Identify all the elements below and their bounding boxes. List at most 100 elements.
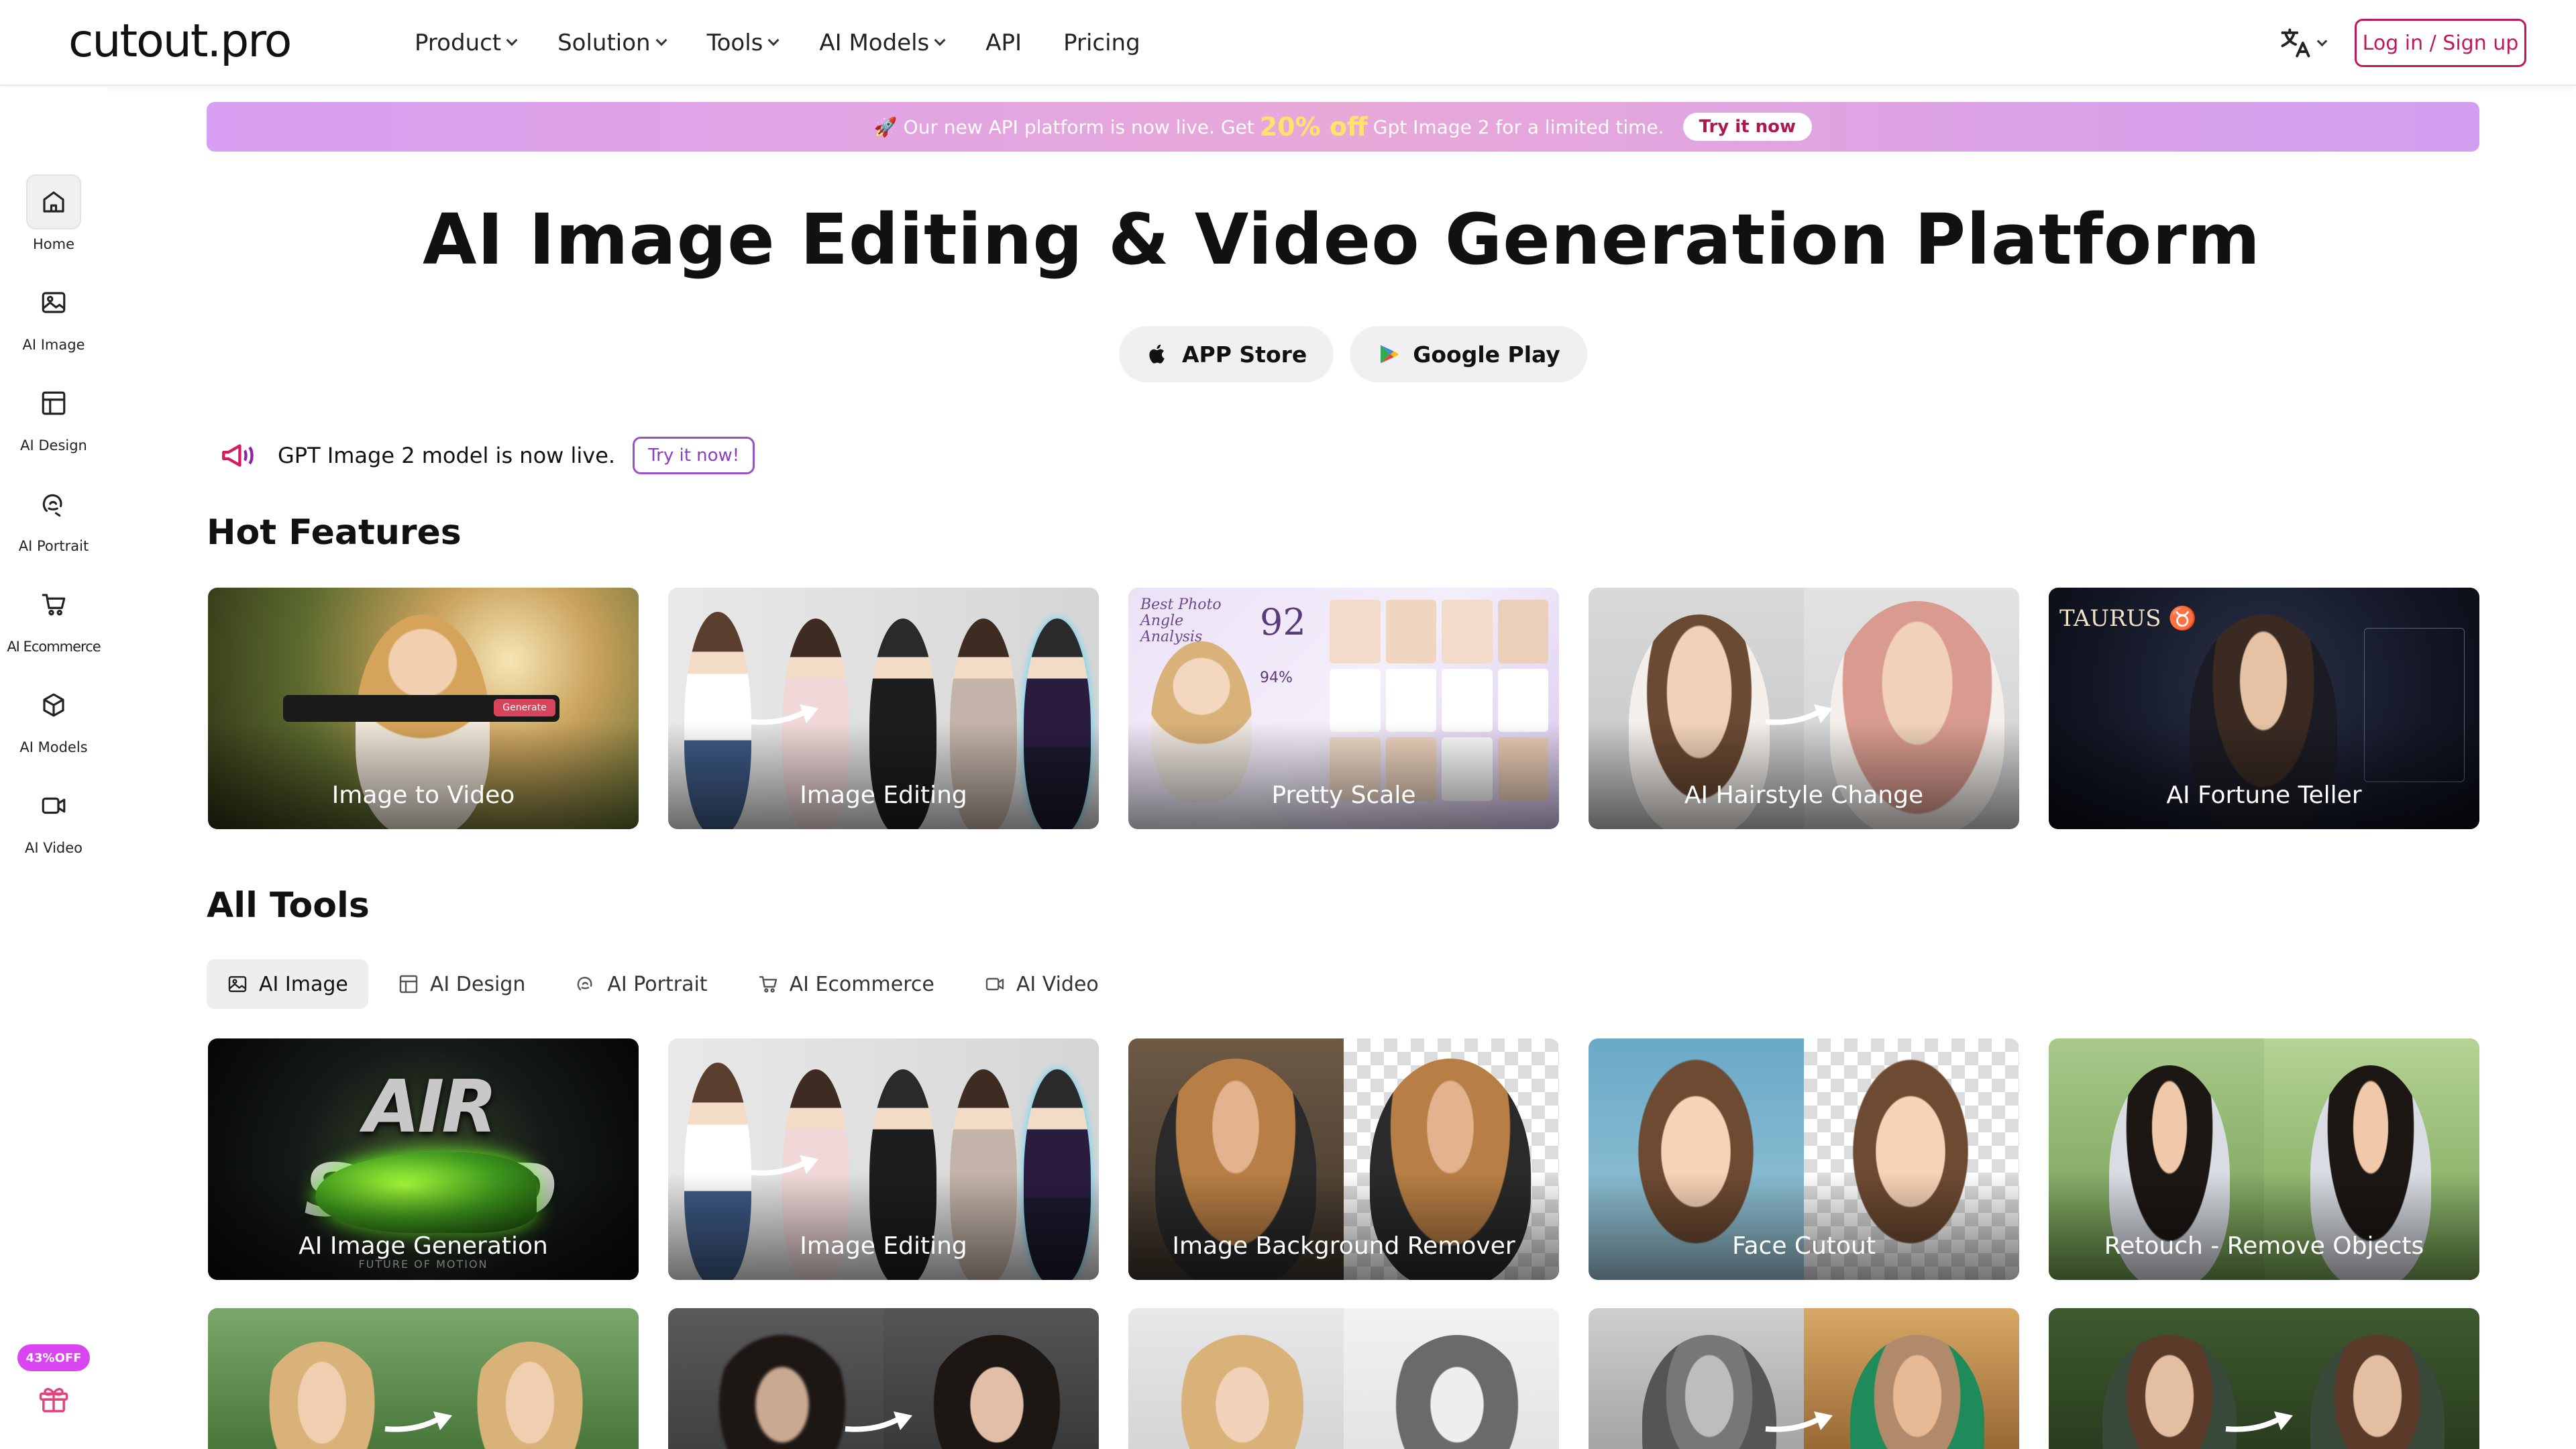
banner-text-before: 🚀 Our new API platform is now live. Get (873, 115, 1254, 138)
sidebar-item-ai-portrait[interactable]: AI Portrait (0, 476, 107, 554)
tool-category-tabs: AI Image AI Design AI Portrait AI Ecomme… (207, 959, 1128, 1009)
feature-card-ai-fortune-teller[interactable]: TAURUS ♉ AI Fortune Teller (2049, 588, 2479, 829)
card-shade (668, 722, 1099, 829)
tool-card-background-remover[interactable]: Image Background Remover (1128, 1038, 1559, 1280)
cart-icon (759, 976, 777, 993)
announcement-text: GPT Image 2 model is now live. (278, 443, 616, 468)
nav-tools[interactable]: Tools (706, 30, 780, 56)
tab-ai-ecommerce[interactable]: AI Ecommerce (737, 959, 955, 1009)
announcement-bar: GPT Image 2 model is now live. Try it no… (219, 436, 755, 475)
tool-card-row3-1[interactable] (208, 1308, 639, 1449)
cutout-logo[interactable]: cutout.pro (68, 13, 292, 70)
card-label: Retouch - Remove Objects (2104, 1232, 2424, 1260)
tab-ai-video[interactable]: AI Video (964, 959, 1119, 1009)
sidebar-item-ai-design[interactable]: AI Design (0, 376, 107, 453)
air-speed-subtitle: FUTURE OF MOTION (358, 1258, 488, 1271)
sidebar-item-label: AI Models (19, 739, 88, 755)
sidebar-item-ai-image[interactable]: AI Image (0, 275, 107, 353)
cube-icon (26, 678, 81, 733)
google-play-label: Google Play (1413, 341, 1560, 368)
card-shade (1128, 722, 1559, 829)
card-shade (2049, 1173, 2479, 1280)
sidebar-item-label: AI Portrait (18, 538, 89, 554)
nav-api[interactable]: API (985, 30, 1022, 56)
video-icon (26, 778, 81, 833)
card-label: Image Editing (800, 1232, 967, 1260)
pretty-scale-heading: Best Photo Angle Analysis (1140, 596, 1222, 645)
sidebar-item-label: AI Ecommerce (7, 639, 101, 655)
tool-card-row3-2[interactable] (668, 1308, 1099, 1449)
feature-card-ai-hairstyle[interactable]: AI Hairstyle Change (1589, 588, 2019, 829)
card-label: AI Fortune Teller (2166, 782, 2362, 809)
banner-try-button[interactable]: Try it now (1682, 113, 1813, 141)
card-shade (2049, 722, 2479, 829)
nav-tools-label: Tools (706, 30, 763, 56)
translate-icon (2281, 28, 2310, 58)
app-store-button[interactable]: APP Store (1119, 326, 1334, 382)
tool-card-ai-image-generation[interactable]: AIR SPEED AI Image Generation FUTURE OF … (208, 1038, 639, 1280)
banner-text-after: Gpt Image 2 for a limited time. (1373, 115, 1664, 138)
card-label: Image Editing (800, 782, 967, 809)
card-shade (208, 722, 639, 829)
tab-ai-image[interactable]: AI Image (207, 959, 368, 1009)
promo-banner: 🚀 Our new API platform is now live. Get … (207, 102, 2479, 152)
pretty-percent: 94% (1260, 669, 1293, 686)
tool-card-row3-5[interactable] (2049, 1308, 2479, 1449)
tab-label: AI Video (1016, 972, 1099, 996)
card-label: Image to Video (331, 782, 515, 809)
arrow-icon (384, 1411, 452, 1432)
tool-card-image-editing[interactable]: Image Editing (668, 1038, 1099, 1280)
discount-badge[interactable]: 43%OFF (17, 1344, 90, 1371)
card-label: Pretty Scale (1271, 782, 1416, 809)
chevron-down-icon (934, 34, 946, 46)
tab-ai-portrait[interactable]: AI Portrait (555, 959, 727, 1009)
announcement-try-button[interactable]: Try it now! (633, 437, 755, 474)
layout-icon (26, 376, 81, 431)
top-navbar: cutout.pro Product Solution Tools AI Mod… (0, 0, 2576, 86)
generate-chip: Generate (494, 699, 555, 716)
sidebar-item-ai-models[interactable]: AI Models (0, 678, 107, 755)
feature-card-image-to-video[interactable]: Generate Image to Video (208, 588, 639, 829)
tab-ai-design[interactable]: AI Design (378, 959, 546, 1009)
pretty-score: 92 (1260, 601, 1306, 643)
sidebar-item-label: AI Image (22, 337, 85, 353)
app-store-buttons: APP Store Google Play (1119, 326, 1603, 382)
tab-label: AI Design (429, 972, 526, 996)
cart-icon (26, 577, 81, 632)
tool-card-row3-4[interactable] (1589, 1308, 2019, 1449)
gift-icon[interactable] (36, 1381, 71, 1415)
sidebar-item-ai-video[interactable]: AI Video (0, 778, 107, 856)
google-play-icon (1381, 345, 1399, 364)
tab-label: AI Ecommerce (789, 972, 934, 996)
banner-highlight: 20% off (1259, 112, 1368, 142)
tool-card-row3-3[interactable] (1128, 1308, 1559, 1449)
video-icon (985, 977, 1004, 991)
nav-api-label: API (985, 30, 1022, 56)
tab-label: AI Portrait (607, 972, 708, 996)
language-selector[interactable] (2278, 25, 2328, 60)
nav-product[interactable]: Product (415, 30, 518, 56)
nav-ai-models[interactable]: AI Models (819, 30, 946, 56)
google-play-button[interactable]: Google Play (1350, 326, 1587, 382)
login-signup-button[interactable]: Log in / Sign up (2355, 19, 2526, 67)
portrait-icon (26, 476, 81, 531)
card-label: AI Hairstyle Change (1684, 782, 1924, 809)
layout-icon (399, 975, 418, 994)
tab-label: AI Image (259, 972, 348, 996)
apple-icon (1149, 344, 1165, 364)
card-shade (1589, 722, 2019, 829)
tool-card-face-cutout[interactable]: Face Cutout (1589, 1038, 2019, 1280)
card-label: Image Background Remover (1172, 1232, 1515, 1260)
sidebar-item-ai-ecommerce[interactable]: AI Ecommerce (0, 577, 107, 655)
nav-pricing-label: Pricing (1063, 30, 1140, 56)
nav-solution[interactable]: Solution (557, 30, 667, 56)
feature-card-image-editing[interactable]: Image Editing (668, 588, 1099, 829)
arrow-icon (2225, 1411, 2293, 1432)
sidebar-item-label: AI Design (20, 437, 87, 453)
all-tools-title: All Tools (207, 885, 370, 926)
feature-card-pretty-scale[interactable]: Best Photo Angle Analysis 92 94% Pretty … (1128, 588, 1559, 829)
nav-pricing[interactable]: Pricing (1063, 30, 1140, 56)
nav-product-label: Product (415, 30, 502, 56)
tool-card-retouch-remove-objects[interactable]: Retouch - Remove Objects (2049, 1038, 2479, 1280)
chevron-down-icon (506, 34, 518, 46)
